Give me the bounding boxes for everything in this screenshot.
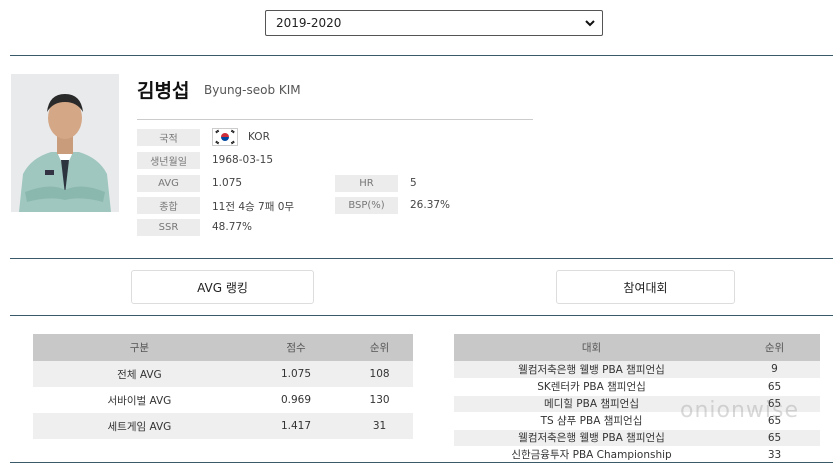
avg-label: AVG — [137, 175, 200, 192]
season-select-value: 2019-2020 — [276, 16, 342, 30]
table-row[interactable]: 신한금융투자 PBA Championship 33 — [454, 446, 820, 464]
table-row: 전체 AVG 1.075 108 — [33, 361, 413, 387]
tournament-rank: 33 — [729, 446, 820, 464]
table-row[interactable]: SK렌터카 PBA 챔피언십 65 — [454, 378, 820, 396]
table-cell: 31 — [346, 413, 413, 439]
table-header-row: 구분 점수 순위 — [33, 334, 413, 361]
player-name-korean: 김병섭 — [137, 80, 190, 102]
bsp-label: BSP(%) — [335, 197, 398, 214]
table-cell: 전체 AVG — [33, 361, 246, 387]
divider — [10, 315, 833, 316]
tournament-name[interactable]: 웰컴저축은행 웰뱅 PBA 챔피언십 — [454, 429, 729, 447]
tournament-rank: 65 — [729, 429, 820, 447]
table-cell: 108 — [346, 361, 413, 387]
ssr-label: SSR — [137, 219, 200, 236]
avg-ranking-table: 구분 점수 순위 전체 AVG 1.075 108 서바이벌 AVG 0.969… — [33, 334, 413, 439]
name-divider — [137, 119, 533, 120]
birth-label: 생년월일 — [137, 152, 200, 169]
nationality-label: 국적 — [137, 129, 200, 146]
column-header: 구분 — [33, 334, 246, 361]
player-photo — [11, 74, 119, 212]
chevron-down-icon — [585, 20, 595, 27]
watermark: onionwise — [680, 398, 800, 423]
season-select[interactable]: 2019-2020 — [265, 10, 603, 36]
divider — [10, 462, 833, 463]
divider — [10, 55, 833, 56]
column-header: 순위 — [346, 334, 413, 361]
table-cell: 세트게임 AVG — [33, 413, 246, 439]
tournament-rank: 65 — [729, 378, 820, 396]
table-cell: 서바이벌 AVG — [107, 394, 172, 407]
tournament-name[interactable]: SK렌터카 PBA 챔피언십 — [454, 378, 729, 396]
record-value: 11전 4승 7패 0무 — [212, 201, 295, 213]
column-header: 점수 — [245, 334, 347, 361]
table-row[interactable]: 웰컴저축은행 웰뱅 PBA 챔피언십 9 — [454, 361, 820, 379]
table-cell: 1.417 — [245, 413, 347, 439]
nationality-value: KOR — [248, 131, 270, 143]
table-row: 세트게임 AVG 1.417 31 — [33, 413, 413, 439]
tournament-name[interactable]: 웰컴저축은행 웰뱅 PBA 챔피언십 — [454, 361, 729, 379]
player-name-english: Byung-seob KIM — [204, 83, 301, 97]
table-row[interactable]: 웰컴저축은행 웰뱅 PBA 챔피언십 65 — [454, 429, 820, 447]
table-cell: 130 — [369, 394, 390, 406]
column-header: 대회 — [454, 334, 729, 361]
birth-value: 1968-03-15 — [212, 154, 274, 166]
table-cell: 0.969 — [280, 394, 311, 406]
table-header-row: 대회 순위 — [454, 334, 820, 361]
table-cell: 1.075 — [245, 361, 347, 387]
tournament-name[interactable]: 신한금융투자 PBA Championship — [454, 446, 729, 464]
korea-flag-icon — [212, 128, 238, 146]
table-row: 서바이벌 AVG 0.969 130 — [33, 387, 413, 413]
hr-value: 5 — [410, 177, 417, 189]
tab-avg-ranking[interactable]: AVG 랭킹 — [131, 270, 314, 304]
hr-label: HR — [335, 175, 398, 192]
avg-value: 1.075 — [212, 177, 243, 189]
bsp-value: 26.37% — [410, 199, 451, 211]
column-header: 순위 — [729, 334, 820, 361]
tab-tournaments[interactable]: 참여대회 — [556, 270, 735, 304]
divider — [10, 258, 833, 259]
tournament-rank: 9 — [729, 361, 820, 379]
ssr-value: 48.77% — [212, 221, 253, 233]
record-label: 종합 — [137, 197, 200, 214]
